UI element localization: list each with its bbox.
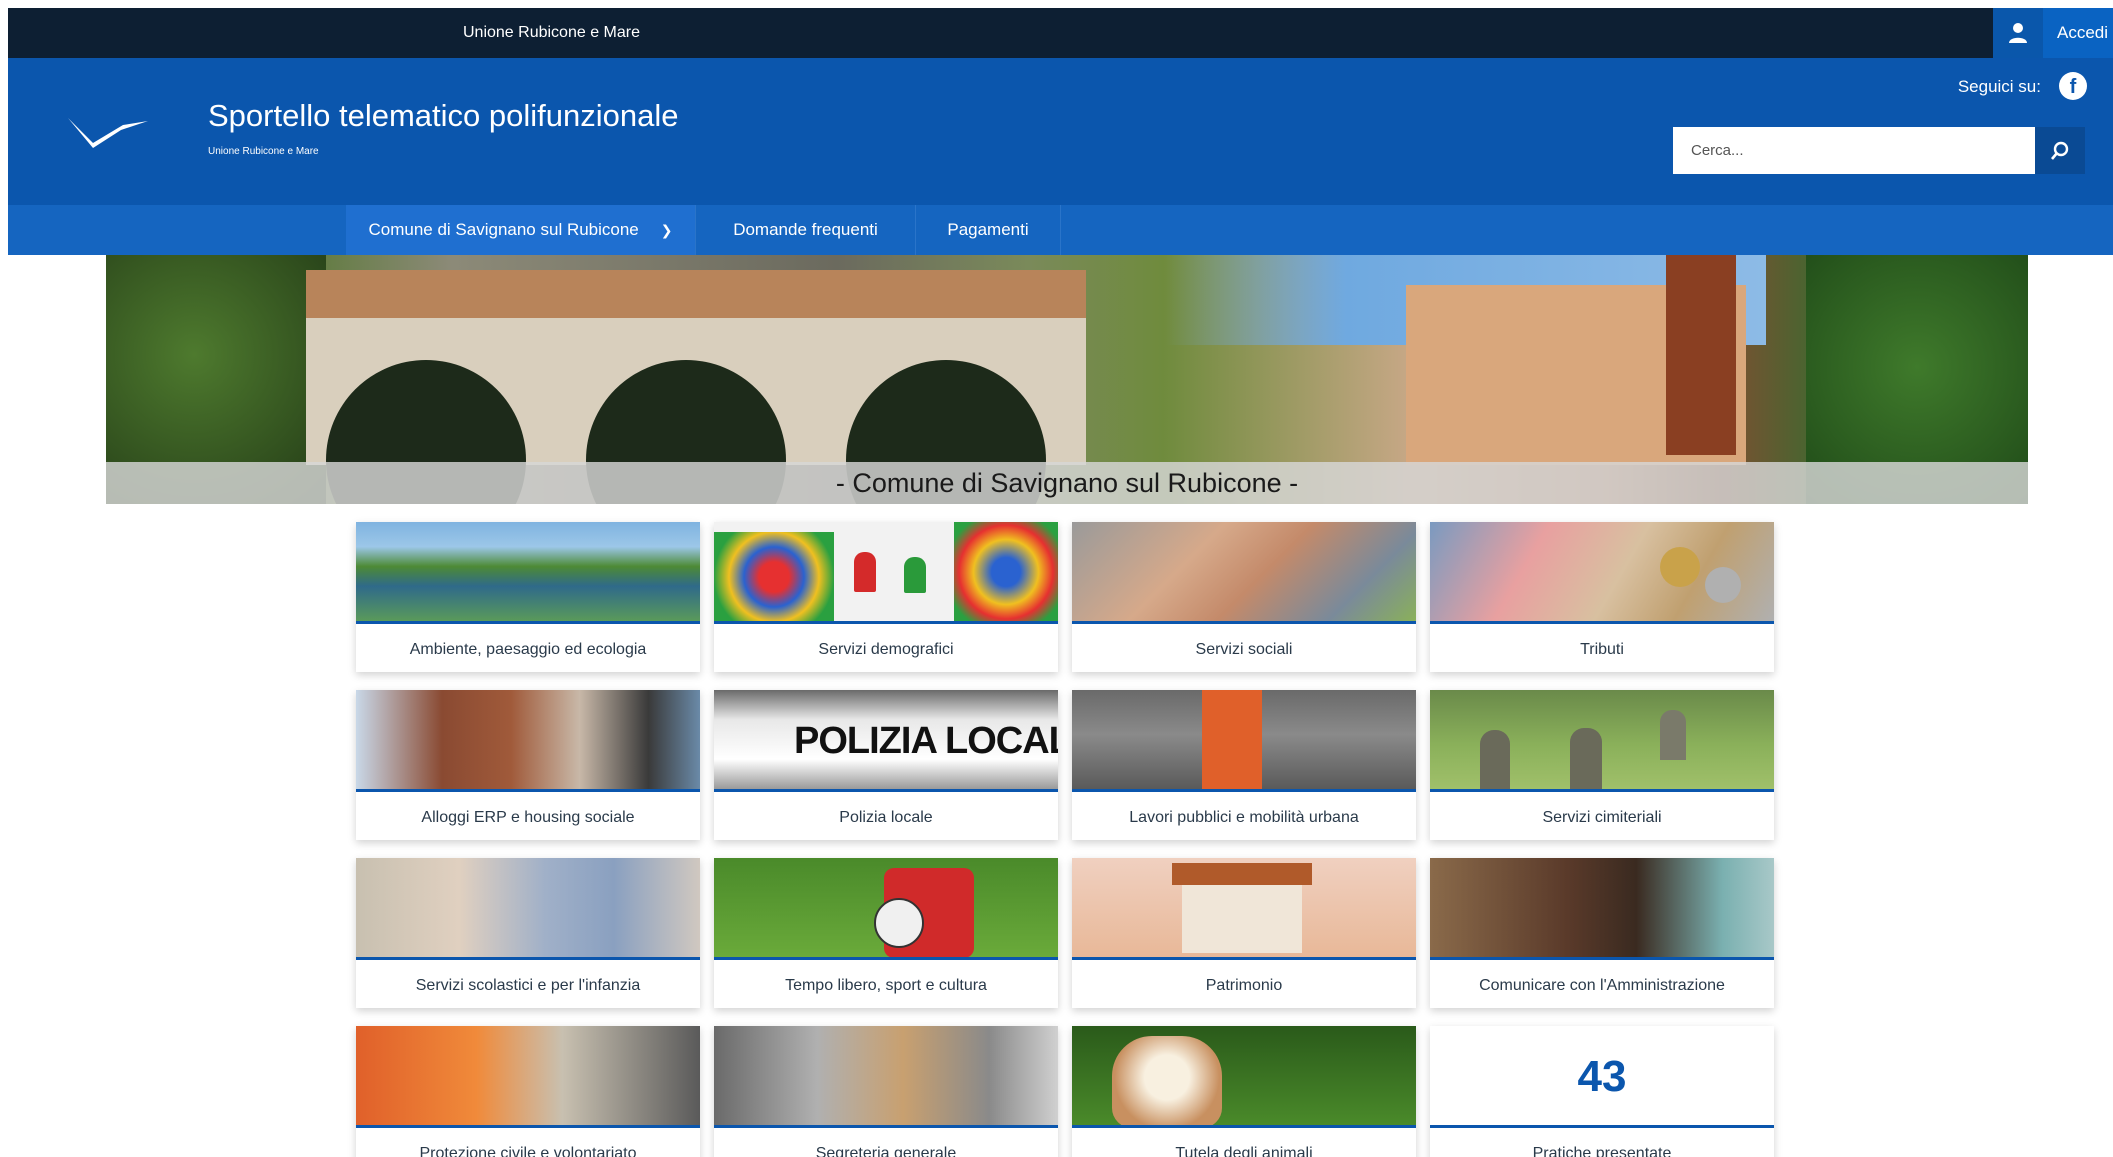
hero-fountain bbox=[1666, 255, 1736, 455]
user-icon[interactable] bbox=[1993, 8, 2043, 58]
tile-image bbox=[356, 690, 700, 792]
site-title[interactable]: Sportello telematico polifunzionale bbox=[208, 98, 678, 134]
tile-tutela-animali[interactable]: Tutela degli animali bbox=[1072, 1026, 1416, 1157]
tile-label: Tributi bbox=[1580, 641, 1624, 658]
tile-label: Servizi demografici bbox=[818, 641, 954, 658]
site-header: Sportello telematico polifunzionale Unio… bbox=[8, 58, 2113, 205]
tile-label: Lavori pubblici e mobilità urbana bbox=[1129, 809, 1359, 826]
tile-label: Polizia locale bbox=[839, 809, 933, 826]
tile-patrimonio[interactable]: Patrimonio bbox=[1072, 858, 1416, 1008]
follow-label: Seguici su: bbox=[1957, 77, 2041, 96]
tile-lavori-pubblici[interactable]: Lavori pubblici e mobilità urbana bbox=[1072, 690, 1416, 840]
tile-segreteria[interactable]: Segreteria generale bbox=[714, 1026, 1058, 1157]
tile-label: Pratiche presentate bbox=[1532, 1145, 1672, 1157]
tile-image bbox=[714, 1026, 1058, 1128]
nav-item-label: Pagamenti bbox=[947, 220, 1029, 239]
tile-image bbox=[1430, 522, 1774, 624]
police-car-text: POLIZIA LOCALE bbox=[794, 720, 1058, 762]
hero-bridge-deck bbox=[306, 270, 1086, 318]
tile-servizi-cimiteriali[interactable]: Servizi cimiteriali bbox=[1430, 690, 1774, 840]
nav-item-label: Comune di Savignano sul Rubicone bbox=[368, 220, 639, 239]
tile-image bbox=[714, 858, 1058, 960]
tile-image bbox=[356, 522, 700, 624]
main-nav: Comune di Savignano sul Rubicone ❯ Domand… bbox=[8, 205, 2113, 255]
nav-item-comune[interactable]: Comune di Savignano sul Rubicone ❯ bbox=[346, 205, 696, 255]
search-bar bbox=[1673, 127, 2085, 174]
nav-item-label: Domande frequenti bbox=[733, 220, 878, 239]
tile-comunicare[interactable]: Comunicare con l'Amministrazione bbox=[1430, 858, 1774, 1008]
tile-label: Tempo libero, sport e cultura bbox=[785, 977, 987, 994]
tile-ambiente[interactable]: Ambiente, paesaggio ed ecologia bbox=[356, 522, 700, 672]
tile-image: POLIZIA LOCALE bbox=[714, 690, 1058, 792]
tile-image bbox=[714, 522, 1058, 624]
tile-servizi-demografici[interactable]: Servizi demografici bbox=[714, 522, 1058, 672]
tile-image bbox=[1072, 522, 1416, 624]
tile-label: Segreteria generale bbox=[815, 1145, 957, 1157]
tile-image bbox=[356, 1026, 700, 1128]
tile-label: Servizi cimiteriali bbox=[1542, 809, 1662, 826]
logo-icon[interactable] bbox=[63, 103, 153, 153]
tile-tempo-libero[interactable]: Tempo libero, sport e cultura bbox=[714, 858, 1058, 1008]
tile-image bbox=[1430, 690, 1774, 792]
tile-servizi-scolastici[interactable]: Servizi scolastici e per l'infanzia bbox=[356, 858, 700, 1008]
tile-label: Servizi scolastici e per l'infanzia bbox=[415, 977, 641, 994]
tile-protezione-civile[interactable]: Protezione civile e volontariato bbox=[356, 1026, 700, 1157]
tile-label: Ambiente, paesaggio ed ecologia bbox=[409, 641, 647, 658]
tile-label: Comunicare con l'Amministrazione bbox=[1479, 977, 1725, 994]
top-bar: Unione Rubicone e Mare Accedi bbox=[8, 8, 2113, 58]
tile-polizia-locale[interactable]: POLIZIA LOCALE Polizia locale bbox=[714, 690, 1058, 840]
search-input[interactable] bbox=[1673, 127, 2035, 174]
org-name[interactable]: Unione Rubicone e Mare bbox=[463, 8, 640, 58]
hero-caption: - Comune di Savignano sul Rubicone - bbox=[106, 462, 2028, 504]
hero-banner: - Comune di Savignano sul Rubicone - bbox=[106, 255, 2028, 504]
site-subtitle: Unione Rubicone e Mare bbox=[208, 146, 319, 157]
tile-image bbox=[1072, 1026, 1416, 1128]
tile-alloggi[interactable]: Alloggi ERP e housing sociale bbox=[356, 690, 700, 840]
tile-label: Alloggi ERP e housing sociale bbox=[421, 809, 635, 826]
pratiche-count: 43 bbox=[1430, 1026, 1774, 1128]
tile-image bbox=[1430, 858, 1774, 960]
tile-label: Servizi sociali bbox=[1195, 641, 1293, 658]
tile-image bbox=[1072, 690, 1416, 792]
nav-item-faq[interactable]: Domande frequenti bbox=[696, 205, 916, 255]
tile-pratiche-presentate[interactable]: 43 Pratiche presentate bbox=[1430, 1026, 1774, 1157]
tile-servizi-sociali[interactable]: Servizi sociali bbox=[1072, 522, 1416, 672]
search-button[interactable] bbox=[2035, 127, 2085, 174]
tile-image bbox=[356, 858, 700, 960]
tile-tributi[interactable]: Tributi bbox=[1430, 522, 1774, 672]
nav-item-pagamenti[interactable]: Pagamenti bbox=[916, 205, 1061, 255]
login-label[interactable]: Accedi bbox=[2043, 23, 2108, 43]
facebook-icon[interactable]: f bbox=[2059, 72, 2087, 100]
chevron-down-icon: ❯ bbox=[660, 222, 673, 238]
tile-image bbox=[1072, 858, 1416, 960]
tile-label: Patrimonio bbox=[1205, 977, 1283, 994]
tile-label: Tutela degli animali bbox=[1175, 1145, 1313, 1157]
tile-label: Protezione civile e volontariato bbox=[419, 1145, 637, 1157]
login-button[interactable]: Accedi bbox=[1993, 8, 2113, 58]
search-icon bbox=[2051, 141, 2069, 160]
